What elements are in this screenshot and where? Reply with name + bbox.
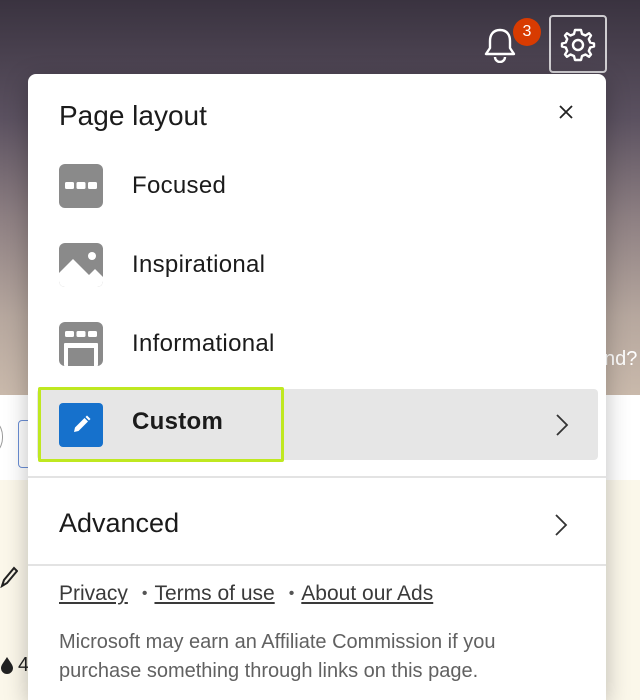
separator-dot: • xyxy=(288,585,295,602)
chevron-right-icon xyxy=(556,414,569,436)
footer-links: Privacy • Terms of use • About our Ads xyxy=(59,582,433,606)
page-layout-panel: Page layout Focused Inspirational Inform… xyxy=(28,74,606,700)
layout-option-inspirational[interactable]: Inspirational xyxy=(28,229,606,301)
terms-of-use-link[interactable]: Terms of use xyxy=(154,582,274,606)
separator-dot: • xyxy=(141,585,148,602)
bell-icon xyxy=(484,28,516,63)
layout-option-label: Inspirational xyxy=(132,251,266,278)
panel-title: Page layout xyxy=(59,100,207,131)
privacy-link[interactable]: Privacy xyxy=(59,582,128,606)
settings-button[interactable] xyxy=(549,15,607,73)
close-icon xyxy=(559,105,573,119)
layout-option-custom[interactable]: Custom xyxy=(37,389,598,460)
layout-option-label: Informational xyxy=(132,330,275,357)
layout-option-informational[interactable]: Informational xyxy=(28,308,606,380)
close-button[interactable] xyxy=(554,100,578,124)
hero-question-text: nd? xyxy=(604,348,638,370)
divider xyxy=(28,476,606,478)
chevron-right-icon xyxy=(555,514,568,536)
pencil-icon xyxy=(59,403,103,447)
advanced-settings-item[interactable]: Advanced xyxy=(28,480,606,566)
layout-option-label: Focused xyxy=(132,172,227,199)
background-drop-icon xyxy=(1,657,13,674)
inspirational-layout-icon xyxy=(59,243,103,287)
layout-option-focused[interactable]: Focused xyxy=(28,150,606,222)
informational-layout-icon xyxy=(59,322,103,366)
notification-count-badge: 3 xyxy=(513,18,541,46)
divider xyxy=(28,564,606,566)
advanced-label: Advanced xyxy=(59,508,180,538)
affiliate-disclaimer: Microsoft may earn an Affiliate Commissi… xyxy=(59,631,496,682)
layout-option-label: Custom xyxy=(132,408,224,435)
focused-layout-icon xyxy=(59,164,103,208)
gear-icon xyxy=(560,28,596,62)
background-edit-icon[interactable] xyxy=(0,566,18,588)
about-ads-link[interactable]: About our Ads xyxy=(301,582,433,606)
